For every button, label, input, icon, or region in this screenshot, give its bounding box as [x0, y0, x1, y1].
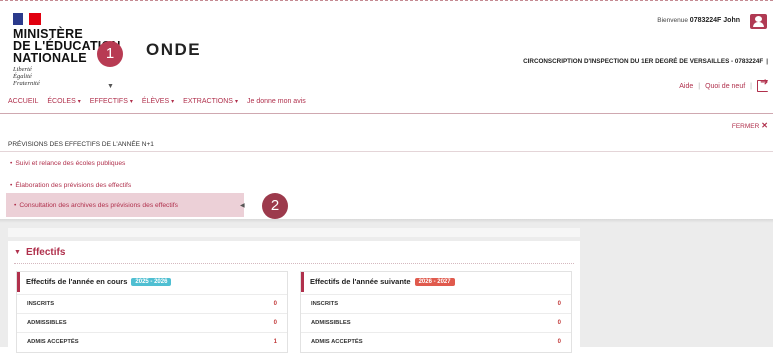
row-label: ADMIS ACCEPTÉS [27, 339, 79, 345]
menu-item-consultation-archives[interactable]: • Consultation des archives des prévision… [14, 202, 178, 209]
caret-down-icon: ▾ [234, 99, 238, 105]
nav-eleves[interactable]: ÉLÈVES ▾ [142, 98, 174, 105]
nav-ecoles[interactable]: ÉCOLES ▾ [47, 98, 80, 105]
nav-extractions-label: EXTRACTIONS [183, 98, 233, 105]
content-strip [8, 228, 580, 237]
table-row: ADMISSIBLES 0 [301, 313, 571, 333]
row-label: ADMIS ACCEPTÉS [311, 339, 363, 345]
app-title: ONDE [146, 40, 202, 59]
year-badge: 2026 - 2027 [414, 278, 455, 287]
box-title-text: Effectifs de l'année suivante [310, 277, 411, 286]
menu-item-label: Suivi et relance des écoles publiques [15, 160, 126, 167]
close-icon: ✕ [761, 121, 768, 130]
box-title: Effectifs de l'année suivante 2026 - 2027 [310, 277, 455, 287]
divider [14, 263, 574, 264]
row-value[interactable]: 0 [558, 320, 561, 326]
row-value[interactable]: 0 [558, 339, 561, 345]
menu-item-label: Consultation des archives des prévisions… [19, 202, 178, 209]
main-navigation: ACCUEIL ÉCOLES ▾ EFFECTIFS ▾ ÉLÈVES ▾ EXTRA… [0, 93, 773, 114]
aide-link[interactable]: Aide [679, 83, 693, 90]
menu-item-elaboration[interactable]: • Élaboration des prévisions des effectif… [10, 182, 131, 189]
table-row: INSCRITS 0 [17, 294, 287, 314]
caret-down-icon: ▾ [129, 99, 133, 105]
bullet-icon: • [10, 160, 13, 167]
table-row: ADMISSIBLES 0 [17, 313, 287, 333]
close-menu-label: FERMER [731, 123, 760, 130]
menu-item-label: Élaboration des prévisions des effectifs [15, 182, 132, 189]
nav-avis[interactable]: Je donne mon avis [247, 98, 306, 105]
table-row: ADMIS ACCEPTÉS 1 [17, 332, 287, 352]
row-label: ADMISSIBLES [311, 320, 351, 326]
row-value[interactable]: 0 [558, 301, 561, 307]
circonscription-label: CIRCONSCRIPTION D'INSPECTION DU 1ER DEGR… [523, 58, 768, 65]
logout-icon[interactable] [757, 77, 768, 92]
user-account-icon[interactable] [750, 14, 767, 29]
effectifs-next-box: Effectifs de l'année suivante 2026 - 2027… [300, 271, 572, 353]
effectifs-heading[interactable]: ▼ Effectifs [14, 247, 65, 258]
nav-extractions[interactable]: EXTRACTIONS ▾ [183, 98, 238, 105]
motto-line: Fraternité [13, 80, 40, 87]
motto-line: Liberté [13, 66, 32, 73]
panel-shadow [0, 219, 773, 223]
welcome-user: 0783224F John [689, 17, 740, 24]
bullet-icon: • [10, 182, 13, 189]
link-separator: | [750, 82, 752, 90]
effectifs-current-box: Effectifs de l'année en cours 2025 - 2026… [16, 271, 288, 353]
row-value[interactable]: 0 [274, 301, 277, 307]
effectifs-heading-label: Effectifs [25, 247, 66, 258]
row-value[interactable]: 0 [274, 320, 277, 326]
row-label: ADMISSIBLES [27, 320, 67, 326]
quoi-de-neuf-link[interactable]: Quoi de neuf [705, 83, 745, 90]
nav-eleves-label: ÉLÈVES [141, 98, 170, 105]
motto-line: Égalité [13, 73, 32, 80]
close-menu-button[interactable]: FERMER ✕ [732, 121, 768, 130]
box-title-text: Effectifs de l'année en cours [26, 277, 128, 286]
table-row: ADMIS ACCEPTÉS 0 [301, 332, 571, 352]
divider [0, 151, 773, 152]
republic-motto: Liberté Égalité Fraternité [13, 66, 40, 87]
pointer-down-icon: ▼ [107, 83, 114, 90]
box-header: Effectifs de l'année suivante 2026 - 2027 [301, 272, 574, 292]
row-label: INSCRITS [27, 301, 55, 307]
circonscription-text: CIRCONSCRIPTION D'INSPECTION DU 1ER DEGR… [523, 58, 764, 65]
republic-flag-logo [13, 13, 43, 25]
caret-down-icon: ▾ [77, 99, 81, 105]
table-row: INSCRITS 0 [301, 294, 571, 314]
nav-accueil[interactable]: ACCUEIL [8, 98, 38, 105]
nav-accueil-label: ACCUEIL [8, 98, 39, 105]
link-separator: | [698, 82, 701, 90]
pointer-left-icon: ◀ [240, 203, 245, 209]
step-badge-1: 1 [97, 41, 123, 67]
nav-effectifs-label: EFFECTIFS [89, 98, 128, 105]
menu-item-suivi-relance[interactable]: • Suivi et relance des écoles publiques [10, 160, 125, 167]
caret-down-icon: ▾ [171, 99, 175, 105]
row-label: INSCRITS [311, 301, 339, 307]
nav-effectifs[interactable]: EFFECTIFS ▾ [90, 98, 133, 105]
effectifs-card: ▼ Effectifs Effectifs de l'année en cour… [8, 241, 580, 353]
top-dashed-border [0, 0, 773, 1]
bullet-icon: • [14, 202, 17, 209]
year-badge: 2025 - 2026 [131, 278, 172, 287]
box-title: Effectifs de l'année en cours 2025 - 2026 [26, 277, 172, 287]
nav-ecoles-label: ÉCOLES [47, 98, 76, 105]
collapse-triangle-icon: ▼ [14, 249, 21, 256]
welcome-prefix: Bienvenue [657, 17, 688, 24]
box-header: Effectifs de l'année en cours 2025 - 2026 [17, 272, 290, 292]
welcome-message: Bienvenue 0783224F John [657, 17, 740, 24]
header-links: Aide | Quoi de neuf | [679, 77, 768, 92]
menu-section-title: PRÉVISIONS DES EFFECTIFS DE L'ANNÉE N+1 [8, 141, 154, 148]
step-badge-2: 2 [262, 193, 288, 219]
row-value[interactable]: 1 [274, 339, 277, 345]
